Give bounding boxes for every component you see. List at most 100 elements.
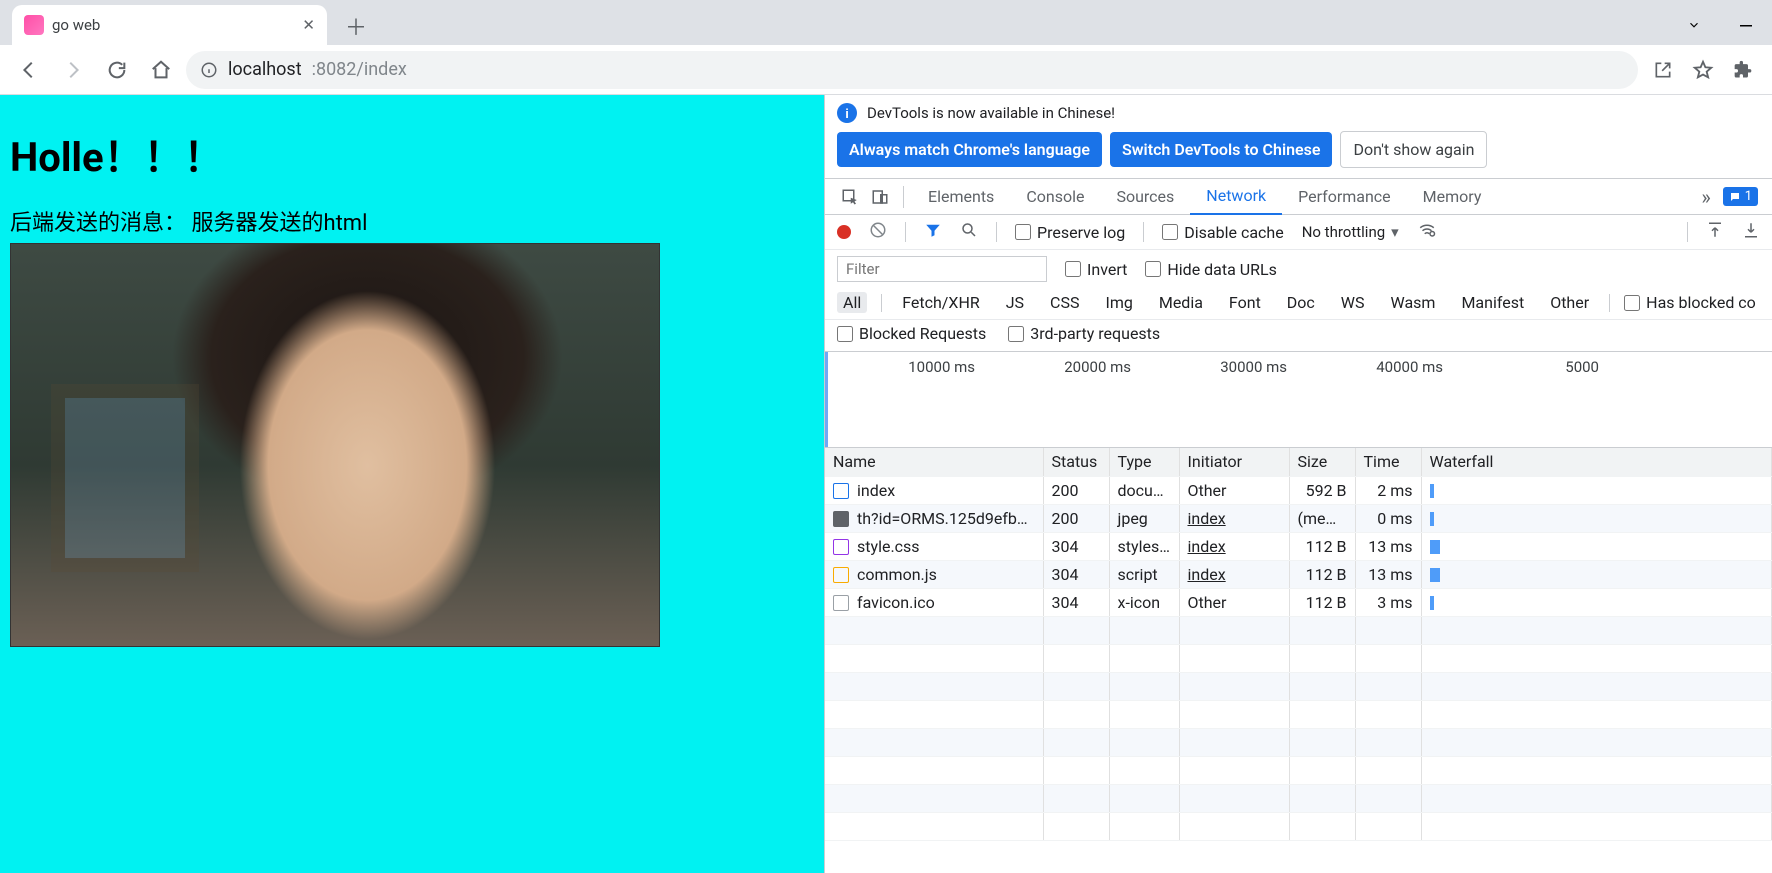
type-filter-manifest[interactable]: Manifest <box>1455 292 1530 313</box>
type-filter-font[interactable]: Font <box>1223 292 1267 313</box>
network-table: Name Status Type Initiator Size Time Wat… <box>825 448 1772 873</box>
network-conditions-icon[interactable] <box>1417 221 1437 243</box>
has-blocked-checkbox[interactable]: Has blocked co <box>1624 293 1756 312</box>
cell-name: th?id=ORMS.125d9efb1… <box>825 504 1043 532</box>
type-filter-img[interactable]: Img <box>1099 292 1138 313</box>
col-type[interactable]: Type <box>1109 448 1179 476</box>
tab-elements[interactable]: Elements <box>912 179 1010 215</box>
separator <box>1609 294 1610 312</box>
timeline-ticks: 10000 ms 20000 ms 30000 ms 40000 ms 5000 <box>825 352 1772 376</box>
console-issues-badge[interactable]: 1 <box>1723 187 1758 206</box>
overview-timeline[interactable]: 10000 ms 20000 ms 30000 ms 40000 ms 5000 <box>825 352 1772 448</box>
search-icon[interactable] <box>960 221 978 243</box>
disable-cache-checkbox[interactable]: Disable cache <box>1162 223 1283 242</box>
cell-type: x-icon <box>1109 588 1179 616</box>
switch-language-button[interactable]: Switch DevTools to Chinese <box>1110 132 1333 167</box>
site-info-icon[interactable] <box>200 61 218 79</box>
cell-initiator: Other <box>1179 476 1289 504</box>
extensions-icon[interactable] <box>1724 51 1762 89</box>
invert-checkbox[interactable]: Invert <box>1065 260 1127 279</box>
page-viewport: Holle！！！ 后端发送的消息： 服务器发送的html <box>0 95 824 873</box>
table-row[interactable]: index200docu…Other592 B2 ms <box>825 476 1772 504</box>
table-row[interactable]: style.css304styles…index112 B13 ms <box>825 532 1772 560</box>
bookmark-icon[interactable] <box>1684 51 1722 89</box>
type-filter-xhr[interactable]: Fetch/XHR <box>896 292 986 313</box>
type-filter-row: All Fetch/XHR JS CSS Img Media Font Doc … <box>825 288 1772 320</box>
cell-waterfall <box>1421 504 1772 532</box>
col-waterfall[interactable]: Waterfall <box>1421 448 1772 476</box>
col-status[interactable]: Status <box>1043 448 1109 476</box>
table-row <box>825 812 1772 840</box>
minimize-button[interactable] <box>1720 5 1772 45</box>
match-language-button[interactable]: Always match Chrome's language <box>837 132 1102 167</box>
filter-input[interactable] <box>837 256 1047 282</box>
table-row[interactable]: favicon.ico304x-iconOther112 B3 ms <box>825 588 1772 616</box>
filter-toggle-icon[interactable] <box>924 221 942 243</box>
hide-data-urls-checkbox[interactable]: Hide data URLs <box>1145 260 1277 279</box>
forward-button[interactable] <box>54 51 92 89</box>
close-tab-icon[interactable]: ✕ <box>302 16 315 34</box>
cell-time: 13 ms <box>1355 560 1421 588</box>
table-row <box>825 756 1772 784</box>
separator <box>996 222 997 242</box>
dont-show-button[interactable]: Don't show again <box>1340 131 1487 168</box>
tab-network[interactable]: Network <box>1190 179 1282 215</box>
type-filter-media[interactable]: Media <box>1153 292 1209 313</box>
cell-name: index <box>825 476 1043 504</box>
table-row <box>825 616 1772 644</box>
table-row <box>825 672 1772 700</box>
col-initiator[interactable]: Initiator <box>1179 448 1289 476</box>
table-row[interactable]: th?id=ORMS.125d9efb1…200jpegindex(mem…0 … <box>825 504 1772 532</box>
type-filter-doc[interactable]: Doc <box>1281 292 1321 313</box>
browser-tab[interactable]: go web ✕ <box>12 5 327 45</box>
type-filter-other[interactable]: Other <box>1544 292 1595 313</box>
inspect-element-icon[interactable] <box>835 188 865 206</box>
cell-waterfall <box>1421 476 1772 504</box>
cell-waterfall <box>1421 560 1772 588</box>
device-toggle-icon[interactable] <box>865 188 895 206</box>
type-filter-wasm[interactable]: Wasm <box>1385 292 1442 313</box>
type-filter-css[interactable]: CSS <box>1044 292 1085 313</box>
type-filter-ws[interactable]: WS <box>1335 292 1371 313</box>
new-tab-button[interactable]: ＋ <box>341 11 371 41</box>
cell-size: 112 B <box>1289 532 1355 560</box>
cell-name: style.css <box>825 532 1043 560</box>
col-name[interactable]: Name <box>825 448 1043 476</box>
browser-toolbar: localhost:8082/index <box>0 45 1772 95</box>
address-bar[interactable]: localhost:8082/index <box>186 51 1638 89</box>
cell-status: 200 <box>1043 476 1109 504</box>
url-path: :8082/index <box>312 59 407 80</box>
back-button[interactable] <box>10 51 48 89</box>
file-type-icon <box>833 539 849 555</box>
share-icon[interactable] <box>1644 51 1682 89</box>
third-party-checkbox[interactable]: 3rd-party requests <box>1008 324 1160 343</box>
col-size[interactable]: Size <box>1289 448 1355 476</box>
cell-initiator: index <box>1179 504 1289 532</box>
tab-sources[interactable]: Sources <box>1100 179 1190 215</box>
type-filter-js[interactable]: JS <box>1000 292 1030 313</box>
tab-overflow-icon[interactable] <box>1668 5 1720 45</box>
more-tabs-icon[interactable]: » <box>1701 185 1710 209</box>
separator <box>1143 222 1144 242</box>
timeline-scrubber[interactable] <box>825 352 828 447</box>
separator <box>881 294 882 312</box>
cell-initiator: Other <box>1179 588 1289 616</box>
export-har-icon[interactable] <box>1742 221 1760 243</box>
type-filter-all[interactable]: All <box>837 292 867 313</box>
import-har-icon[interactable] <box>1706 221 1724 243</box>
throttling-select[interactable]: No throttling ▾ <box>1302 223 1399 241</box>
col-time[interactable]: Time <box>1355 448 1421 476</box>
separator <box>903 186 904 208</box>
network-toolbar: Preserve log Disable cache No throttling… <box>825 215 1772 250</box>
tab-memory[interactable]: Memory <box>1407 179 1498 215</box>
blocked-requests-checkbox[interactable]: Blocked Requests <box>837 324 986 343</box>
tab-console[interactable]: Console <box>1010 179 1100 215</box>
table-row[interactable]: common.js304scriptindex112 B13 ms <box>825 560 1772 588</box>
tab-performance[interactable]: Performance <box>1282 179 1407 215</box>
clear-button[interactable] <box>869 221 887 243</box>
preserve-log-checkbox[interactable]: Preserve log <box>1015 223 1125 242</box>
home-button[interactable] <box>142 51 180 89</box>
reload-button[interactable] <box>98 51 136 89</box>
record-button[interactable] <box>837 225 851 239</box>
infobar-actions: Always match Chrome's language Switch De… <box>825 131 1772 179</box>
